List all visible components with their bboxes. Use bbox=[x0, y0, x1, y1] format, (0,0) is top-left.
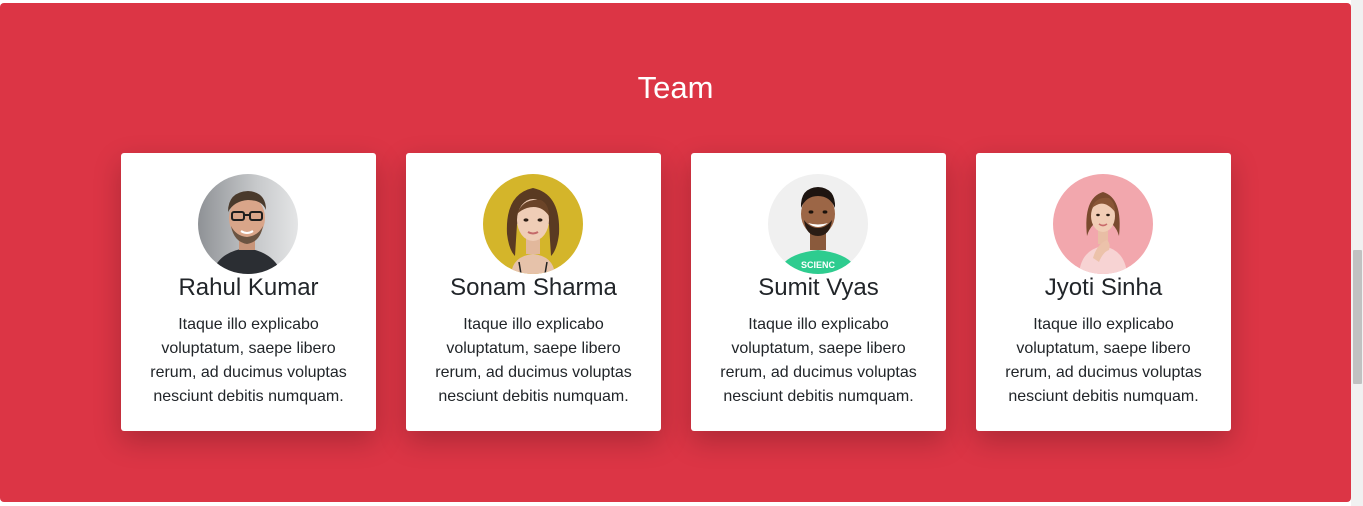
member-bio: Itaque illo explicabo voluptatum, saepe … bbox=[150, 316, 347, 405]
team-card: Jyoti Sinha Itaque illo explicabo volupt… bbox=[976, 153, 1231, 431]
page: Team Rahul Kumar Itaque illo explicabo v… bbox=[0, 0, 1363, 506]
avatar: SCIENC bbox=[768, 174, 868, 274]
svg-text:SCIENC: SCIENC bbox=[801, 260, 836, 270]
member-bio: Itaque illo explicabo voluptatum, saepe … bbox=[1005, 316, 1202, 405]
vertical-scrollbar[interactable] bbox=[1351, 0, 1363, 506]
scrollbar-thumb[interactable] bbox=[1353, 250, 1362, 384]
man-with-glasses-photo-icon bbox=[198, 174, 298, 274]
member-name: Rahul Kumar bbox=[178, 274, 319, 301]
member-name: Sumit Vyas bbox=[758, 274, 879, 301]
member-name: Sonam Sharma bbox=[450, 274, 617, 301]
team-card: SCIENC Sumit Vyas Itaque illo explicabo … bbox=[691, 153, 946, 431]
section-title: Team bbox=[637, 70, 714, 105]
member-bio: Itaque illo explicabo voluptatum, saepe … bbox=[720, 316, 917, 405]
avatar bbox=[1053, 174, 1153, 274]
member-bio: Itaque illo explicabo voluptatum, saepe … bbox=[435, 316, 632, 405]
team-card: Sonam Sharma Itaque illo explicabo volup… bbox=[406, 153, 661, 431]
woman-pink-background-photo-icon bbox=[1053, 174, 1153, 274]
team-section: Team Rahul Kumar Itaque illo explicabo v… bbox=[0, 3, 1351, 502]
team-card: Rahul Kumar Itaque illo explicabo volupt… bbox=[121, 153, 376, 431]
avatar bbox=[483, 174, 583, 274]
man-green-shirt-photo-icon: SCIENC bbox=[768, 174, 868, 274]
woman-yellow-background-photo-icon bbox=[483, 174, 583, 274]
member-name: Jyoti Sinha bbox=[1044, 274, 1163, 301]
avatar bbox=[198, 174, 298, 274]
